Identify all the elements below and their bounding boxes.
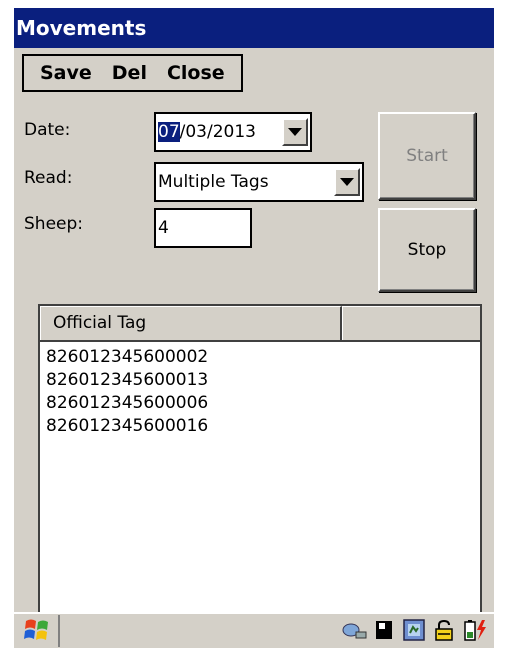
column-header-empty[interactable] bbox=[342, 306, 480, 340]
list-item[interactable]: 826012345600002 bbox=[40, 346, 480, 369]
read-label: Read: bbox=[24, 168, 73, 188]
read-dropdown-button[interactable] bbox=[334, 168, 360, 196]
list-item[interactable]: 826012345600013 bbox=[40, 369, 480, 392]
date-picker[interactable]: 07/03/2013 bbox=[154, 112, 312, 152]
battery-charging-icon[interactable] bbox=[462, 618, 486, 642]
memory-card-icon[interactable] bbox=[372, 618, 396, 642]
date-day-segment[interactable]: 07 bbox=[158, 122, 180, 142]
column-header-official-tag[interactable]: Official Tag bbox=[40, 306, 342, 340]
list-header: Official Tag bbox=[40, 306, 480, 342]
save-menu-item[interactable]: Save bbox=[30, 62, 102, 84]
close-menu-item[interactable]: Close bbox=[157, 62, 235, 84]
taskbar bbox=[14, 612, 494, 648]
windows-start-icon[interactable] bbox=[22, 615, 60, 647]
chevron-down-icon bbox=[288, 128, 302, 136]
date-dropdown-button[interactable] bbox=[282, 118, 308, 146]
date-remainder: /03/2013 bbox=[179, 122, 256, 142]
start-button[interactable]: Start bbox=[378, 112, 476, 200]
lock-icon[interactable] bbox=[432, 618, 456, 642]
date-label: Date: bbox=[24, 120, 71, 140]
list-item[interactable]: 826012345600006 bbox=[40, 392, 480, 415]
device-sync-icon[interactable] bbox=[402, 618, 426, 642]
menu-bar: Save Del Close bbox=[22, 54, 243, 92]
network-icon[interactable] bbox=[342, 618, 367, 642]
tag-list-view[interactable]: Official Tag 826012345600002 82601234560… bbox=[38, 304, 482, 648]
list-item[interactable]: 826012345600016 bbox=[40, 415, 480, 438]
read-mode-select[interactable]: Multiple Tags bbox=[154, 162, 364, 202]
chevron-down-icon bbox=[340, 178, 354, 186]
sheep-count-field[interactable]: 4 bbox=[154, 208, 252, 248]
stop-button[interactable]: Stop bbox=[378, 208, 476, 292]
system-tray bbox=[342, 618, 486, 642]
device-screen: Movements Save Del Close Date: 07/03/201… bbox=[14, 8, 494, 648]
start-button-label: Start bbox=[406, 146, 448, 166]
read-mode-value: Multiple Tags bbox=[158, 172, 269, 192]
sheep-count-value: 4 bbox=[158, 218, 169, 238]
window-title: Movements bbox=[16, 16, 147, 40]
delete-menu-item[interactable]: Del bbox=[102, 62, 157, 84]
window-title-bar: Movements bbox=[14, 8, 494, 48]
stop-button-label: Stop bbox=[407, 240, 447, 260]
list-rows: 826012345600002 826012345600013 82601234… bbox=[40, 342, 480, 438]
sheep-label: Sheep: bbox=[24, 214, 84, 234]
